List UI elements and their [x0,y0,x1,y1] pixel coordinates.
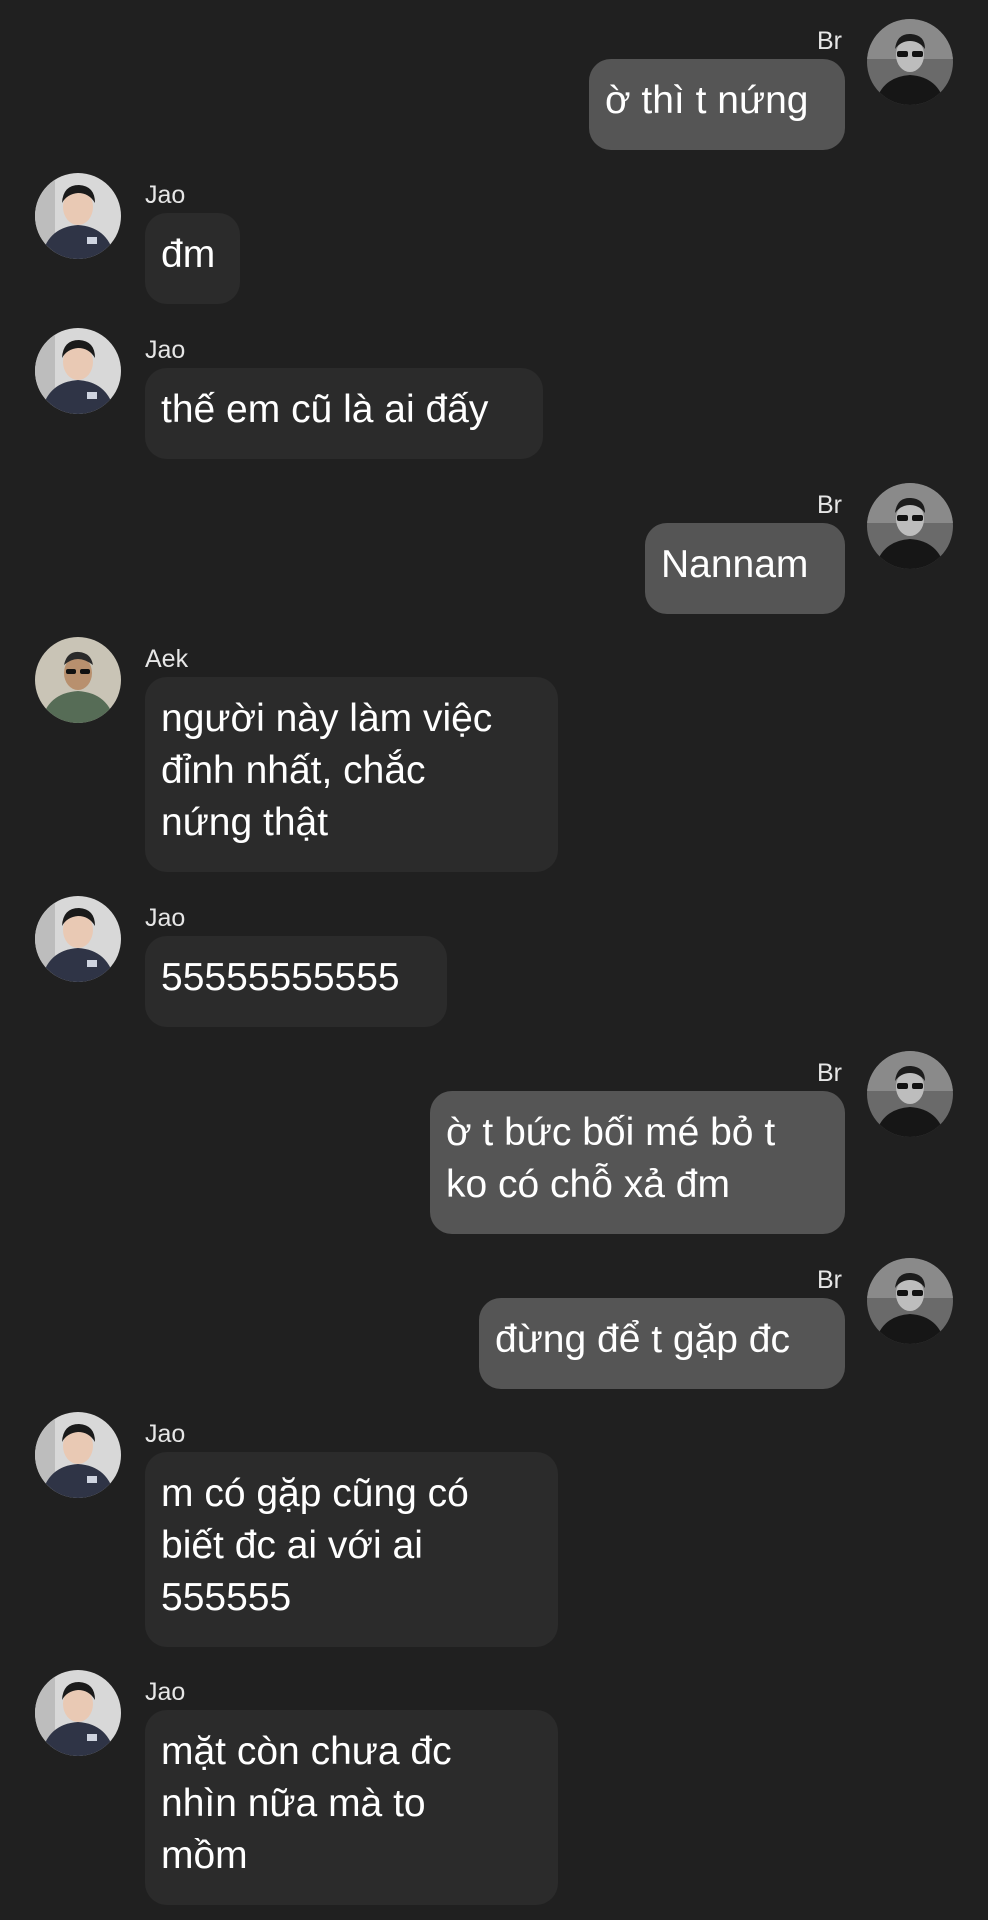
message-bubble[interactable]: thế em cũ là ai đấy [145,368,543,459]
message-bubble[interactable]: người này làm việc đỉnh nhất, chắc nứng … [145,677,558,872]
sender-name: Jao [145,1678,186,1706]
avatar-jao-icon[interactable] [35,1670,121,1756]
avatar-br-icon[interactable] [867,1258,953,1344]
sender-name: Jao [145,1420,186,1448]
message-bubble[interactable]: 55555555555 [145,936,447,1027]
sender-name: Jao [145,181,186,209]
message-bubble[interactable]: Nannam [645,523,845,614]
message-bubble[interactable]: m có gặp cũng có biết đc ai với ai 55555… [145,1452,558,1647]
avatar-br-icon[interactable] [867,19,953,105]
avatar-aek-icon[interactable] [35,637,121,723]
avatar-jao-icon[interactable] [35,173,121,259]
message-bubble[interactable]: đm [145,213,240,304]
sender-name: Jao [145,904,186,932]
sender-name: Br [817,491,842,519]
avatar-br-icon[interactable] [867,483,953,569]
sender-name: Aek [145,645,189,673]
message-bubble[interactable]: ờ t bức bối mé bỏ t ko có chỗ xả đm [430,1091,845,1234]
avatar-jao-icon[interactable] [35,328,121,414]
message-bubble[interactable]: mặt còn chưa đc nhìn nữa mà to mồm [145,1710,558,1905]
message-bubble[interactable]: đừng để t gặp đc [479,1298,845,1389]
sender-name: Br [817,27,842,55]
avatar-jao-icon[interactable] [35,1412,121,1498]
avatar-br-icon[interactable] [867,1051,953,1137]
sender-name: Br [817,1266,842,1294]
sender-name: Br [817,1059,842,1087]
sender-name: Jao [145,336,186,364]
avatar-jao-icon[interactable] [35,896,121,982]
message-bubble[interactable]: ờ thì t nứng [589,59,845,150]
